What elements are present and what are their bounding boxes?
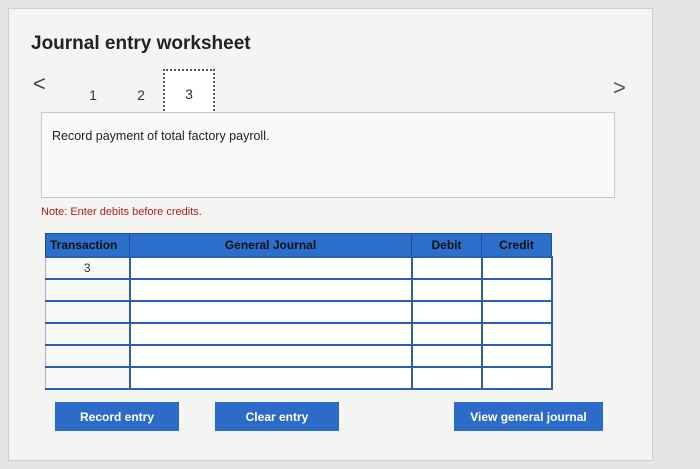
credit-input-cell[interactable]	[481, 344, 553, 368]
debit-input-cell[interactable]	[411, 344, 483, 368]
column-header-debit: Debit	[411, 233, 482, 258]
debit-input-cell[interactable]	[411, 366, 483, 390]
credit-input-cell[interactable]	[481, 322, 553, 346]
clear-entry-button[interactable]: Clear entry	[215, 402, 339, 431]
account-input-cell[interactable]	[128, 366, 413, 390]
column-header-transaction: Transaction	[45, 233, 130, 258]
table-row	[45, 366, 553, 390]
chevron-left-icon[interactable]: <	[33, 73, 46, 95]
transaction-cell	[45, 278, 131, 302]
column-header-general-journal: General Journal	[129, 233, 412, 258]
account-input-cell[interactable]	[128, 256, 413, 280]
table-row	[45, 322, 553, 346]
page-tab-3-active[interactable]: 3	[163, 69, 215, 115]
account-input-cell[interactable]	[128, 278, 413, 302]
transaction-cell	[45, 344, 131, 368]
table-row	[45, 344, 553, 368]
credit-input-cell[interactable]	[481, 300, 553, 324]
transaction-cell	[45, 366, 131, 390]
page-title: Journal entry worksheet	[31, 33, 251, 54]
debit-input-cell[interactable]	[411, 322, 483, 346]
table-row	[45, 278, 553, 302]
transaction-cell: 3	[45, 256, 131, 280]
account-input-cell[interactable]	[128, 300, 413, 324]
account-input-cell[interactable]	[128, 344, 413, 368]
table-row: 3	[45, 256, 553, 280]
table-row	[45, 300, 553, 324]
journal-worksheet-panel: Journal entry worksheet < 1 2 3 > Record…	[8, 8, 653, 461]
instruction-box: Record payment of total factory payroll.	[41, 112, 615, 198]
page-tab-1[interactable]: 1	[73, 73, 113, 117]
debit-input-cell[interactable]	[411, 256, 483, 280]
credit-input-cell[interactable]	[481, 366, 553, 390]
chevron-right-icon[interactable]: >	[613, 77, 626, 99]
account-input-cell[interactable]	[128, 322, 413, 346]
note-text: Note: Enter debits before credits.	[41, 206, 202, 218]
page-tab-2[interactable]: 2	[121, 73, 161, 117]
view-general-journal-button[interactable]: View general journal	[454, 402, 603, 431]
transaction-cell	[45, 300, 131, 324]
journal-entry-table: Transaction General Journal Debit Credit…	[45, 233, 553, 390]
column-header-credit: Credit	[481, 233, 552, 258]
credit-input-cell[interactable]	[481, 256, 553, 280]
credit-input-cell[interactable]	[481, 278, 553, 302]
instruction-text: Record payment of total factory payroll.	[52, 129, 270, 143]
record-entry-button[interactable]: Record entry	[55, 402, 179, 431]
transaction-cell	[45, 322, 131, 346]
debit-input-cell[interactable]	[411, 278, 483, 302]
debit-input-cell[interactable]	[411, 300, 483, 324]
table-header-row: Transaction General Journal Debit Credit	[45, 233, 552, 258]
